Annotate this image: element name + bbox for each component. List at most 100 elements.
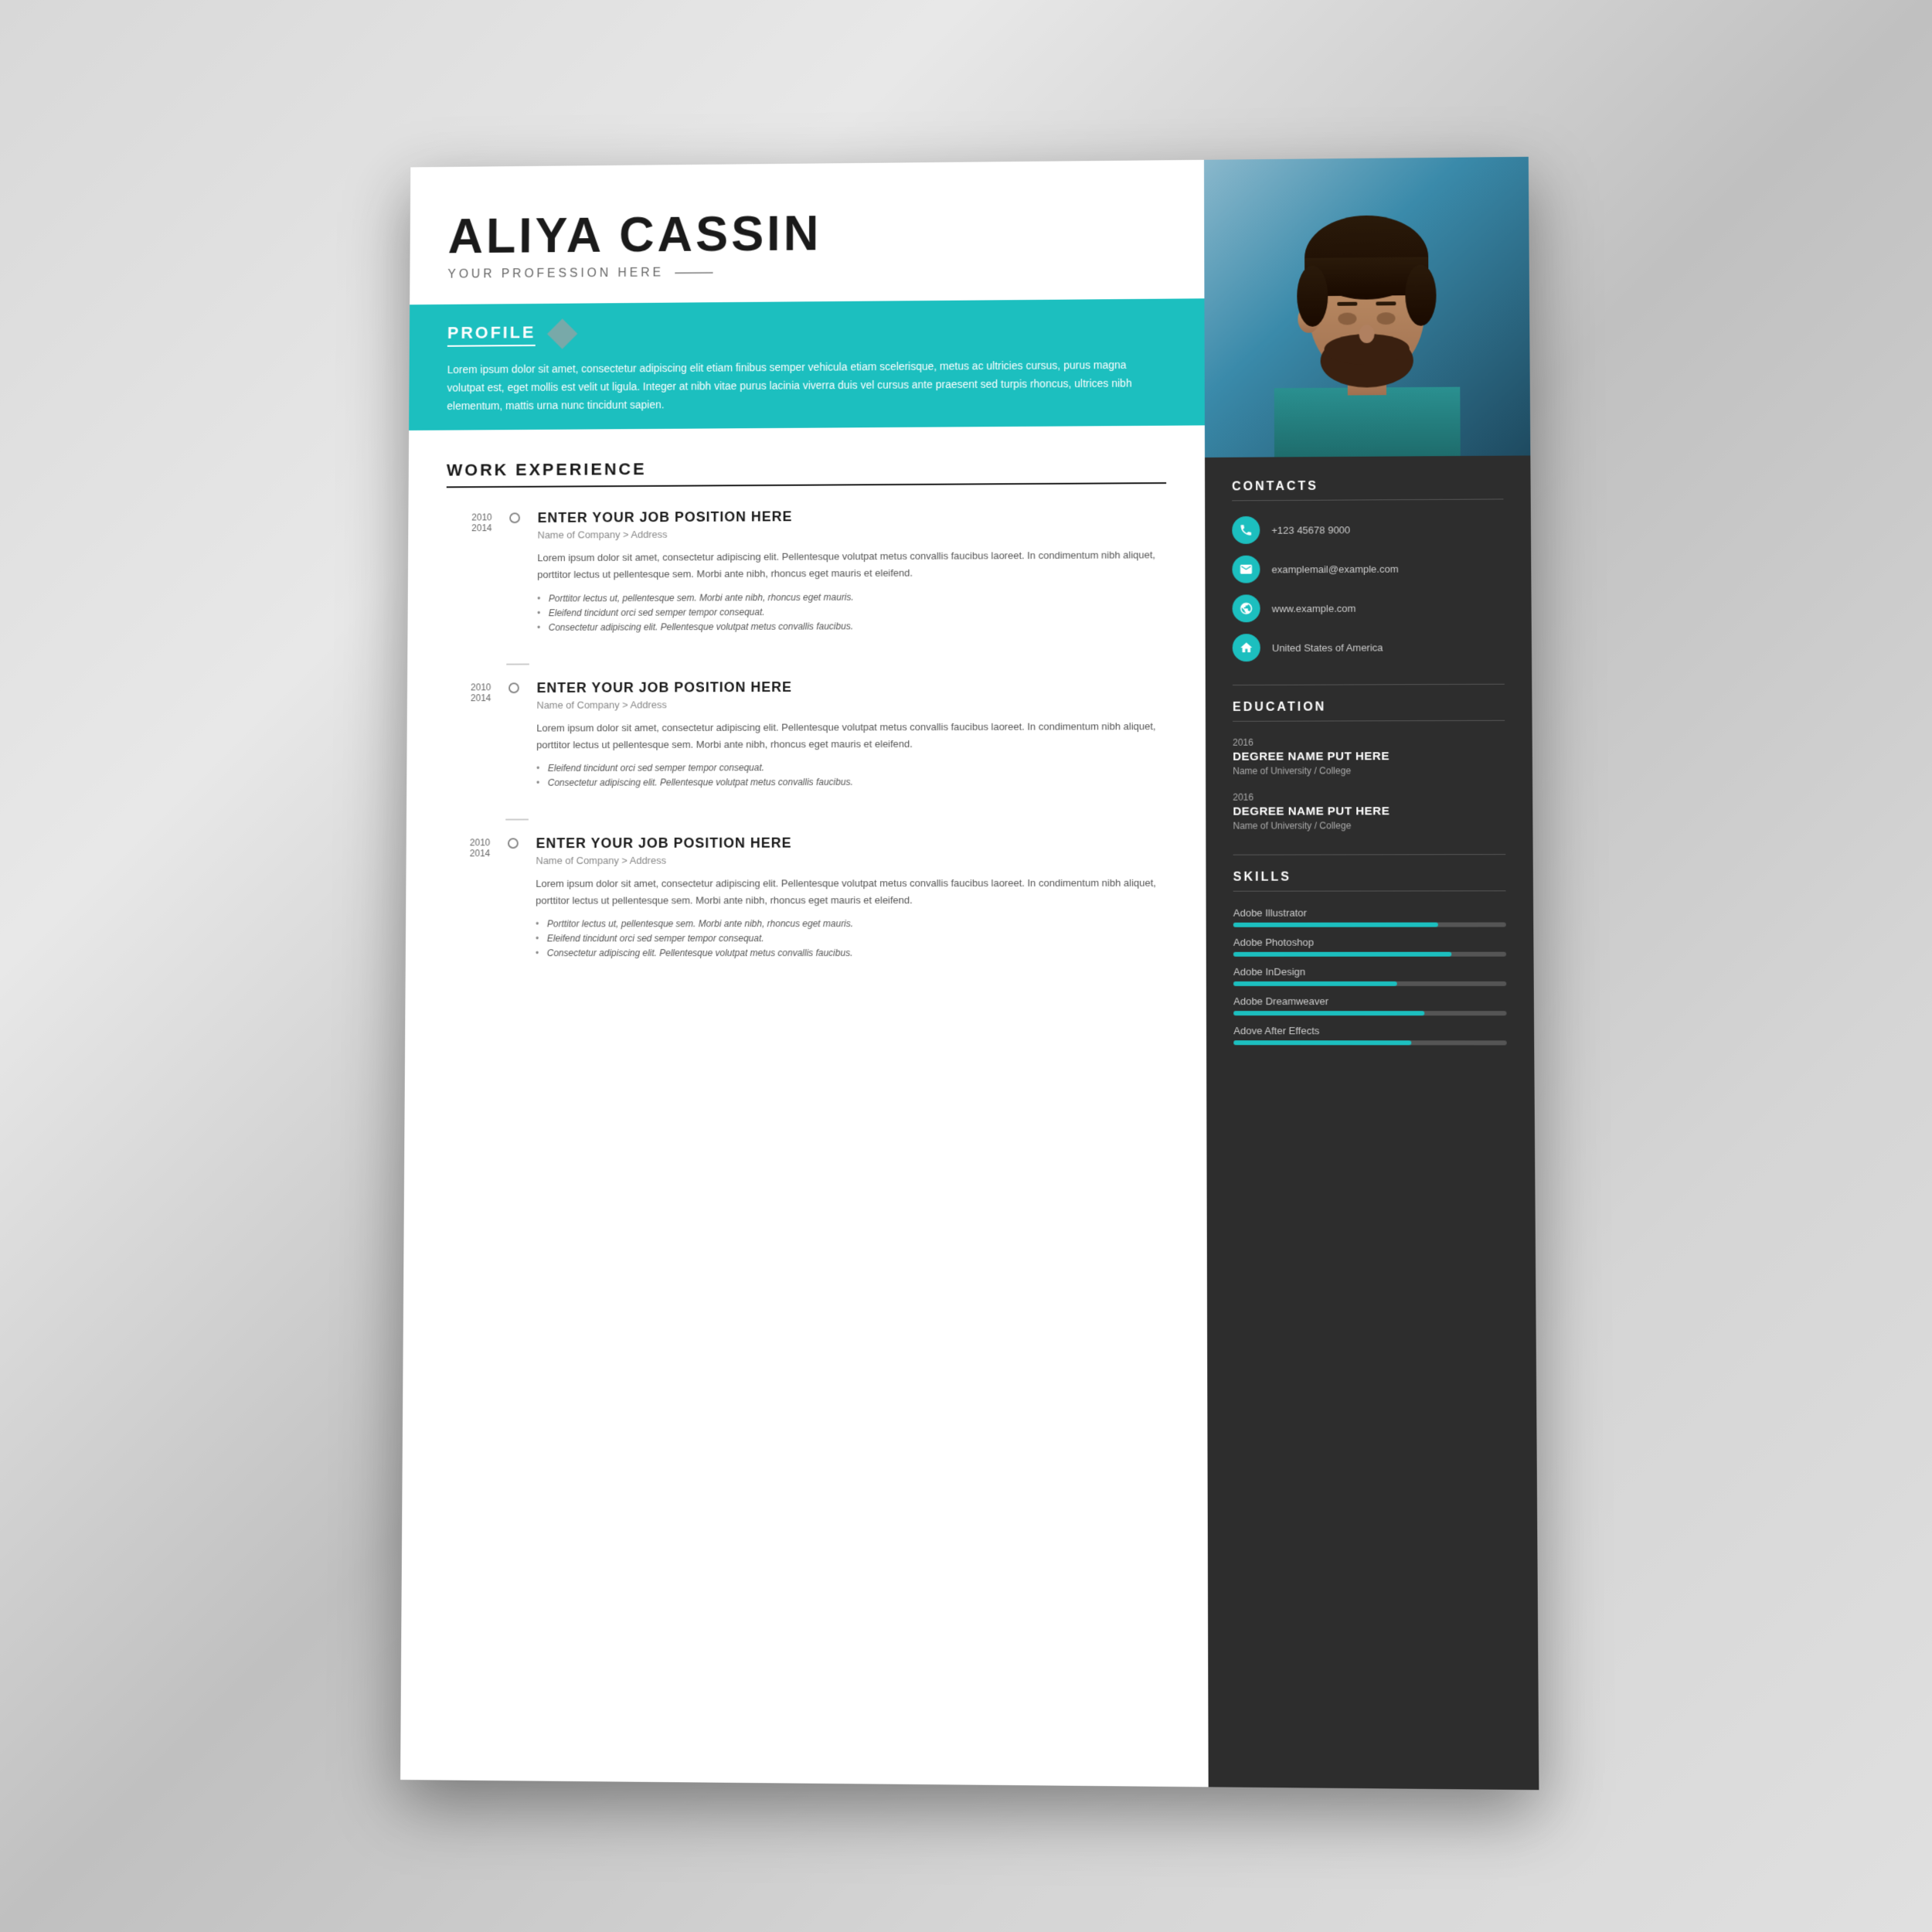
edu-entry-1: 2016 DEGREE NAME PUT HERE Name of Univer…	[1233, 736, 1505, 777]
skill-bar-bg-3	[1233, 981, 1506, 986]
job-dot-line-1	[506, 511, 522, 637]
skill-5: Adove After Effects	[1233, 1025, 1507, 1045]
skill-name-3: Adobe InDesign	[1233, 966, 1506, 978]
skill-3: Adobe InDesign	[1233, 966, 1506, 986]
job-divider-2	[505, 818, 529, 820]
contact-location: United States of America	[1233, 633, 1505, 662]
job-year-start-3: 2010	[470, 837, 490, 848]
bullet-1-1: Porttitor lectus ut, pellentesque sem. M…	[537, 590, 1166, 604]
divider-1	[1233, 684, 1505, 685]
contact-phone: +123 45678 9000	[1232, 515, 1504, 544]
diamond-decoration	[547, 318, 578, 349]
candidate-photo	[1204, 157, 1530, 457]
edu-school-1: Name of University / College	[1233, 765, 1505, 777]
location-value: United States of America	[1272, 641, 1383, 654]
profile-title-row: PROFILE	[447, 314, 1166, 349]
job-dot-line-3	[505, 835, 521, 962]
email-icon	[1232, 556, 1260, 583]
skill-bar-bg-2	[1233, 952, 1506, 957]
skill-bar-bg-1	[1233, 922, 1506, 927]
bullet-1-2: Eleifend tincidunt orci sed semper tempo…	[537, 604, 1167, 617]
edu-degree-1: DEGREE NAME PUT HERE	[1233, 750, 1505, 764]
skill-bar-fill-2	[1233, 952, 1451, 957]
job-year-start-2: 2010	[471, 682, 491, 692]
bullet-3-3: Consectetur adipiscing elit. Pellentesqu…	[536, 947, 1168, 958]
job-position-2: ENTER YOUR JOB POSITION HERE	[537, 678, 1167, 696]
bullet-3-2: Eleifend tincidunt orci sed semper tempo…	[536, 933, 1168, 944]
job-position-1: ENTER YOUR JOB POSITION HERE	[538, 507, 1167, 526]
bullet-2-2: Consectetur adipiscing elit. Pellentesqu…	[536, 776, 1167, 788]
job-entry-1: 2010 2014 ENTER YOUR JOB POSITION HERE N…	[446, 507, 1167, 637]
right-content: CONTACTS +123 45678 9000	[1205, 455, 1539, 1790]
skill-2: Adobe Photoshop	[1233, 937, 1506, 957]
skill-bar-bg-5	[1233, 1040, 1506, 1045]
location-icon	[1233, 634, 1260, 662]
job-year-end-3: 2014	[470, 848, 490, 859]
job-company-1: Name of Company > Address	[537, 526, 1166, 541]
skill-name-5: Adove After Effects	[1233, 1025, 1506, 1036]
work-experience-section: WORK EXPERIENCE 2010 2014 ENTER YOUR JOB…	[400, 426, 1209, 1787]
skills-section: SKILLS Adobe Illustrator Adobe Photoshop…	[1233, 870, 1507, 1045]
skill-name-4: Adobe Dreamweaver	[1233, 995, 1506, 1007]
skill-bar-bg-4	[1233, 1011, 1506, 1015]
job-content-3: ENTER YOUR JOB POSITION HERE Name of Com…	[536, 835, 1168, 963]
job-dot-2	[509, 682, 519, 693]
right-panel: CONTACTS +123 45678 9000	[1204, 157, 1539, 1790]
phone-value: +123 45678 9000	[1271, 524, 1350, 536]
job-desc-1: Lorem ipsum dolor sit amet, consectetur …	[537, 547, 1166, 584]
edu-entry-2: 2016 DEGREE NAME PUT HERE Name of Univer…	[1233, 791, 1505, 832]
education-section: EDUCATION 2016 DEGREE NAME PUT HERE Name…	[1233, 700, 1505, 832]
job-company-3: Name of Company > Address	[536, 854, 1167, 866]
name-section: ALIYA CASSIN YOUR PROFESSION HERE	[447, 206, 1165, 281]
skill-name-1: Adobe Illustrator	[1233, 906, 1506, 918]
resume-header: ALIYA CASSIN YOUR PROFESSION HERE	[410, 160, 1204, 282]
skill-bar-fill-1	[1233, 923, 1438, 927]
photo-section	[1204, 157, 1530, 457]
job-divider-1	[506, 663, 529, 665]
job-desc-2: Lorem ipsum dolor sit amet, consectetur …	[536, 718, 1167, 753]
edu-school-2: Name of University / College	[1233, 820, 1505, 832]
contacts-section: CONTACTS +123 45678 9000	[1232, 479, 1505, 662]
job-years-2: 2010 2014	[444, 680, 491, 792]
profession-text: YOUR PROFESSION HERE	[447, 267, 664, 282]
job-dot-3	[508, 838, 519, 849]
work-section-title: WORK EXPERIENCE	[447, 457, 1166, 488]
job-company-2: Name of Company > Address	[536, 697, 1166, 711]
left-panel: ALIYA CASSIN YOUR PROFESSION HERE PROFIL…	[400, 160, 1209, 1787]
job-years-1: 2010 2014	[446, 511, 492, 637]
job-bullets-2: Eleifend tincidunt orci sed semper tempo…	[536, 761, 1167, 788]
skill-1: Adobe Illustrator	[1233, 906, 1506, 927]
profession-line: YOUR PROFESSION HERE	[447, 262, 1165, 281]
job-content-2: ENTER YOUR JOB POSITION HERE Name of Com…	[536, 678, 1167, 792]
skill-4: Adobe Dreamweaver	[1233, 995, 1506, 1015]
job-bullets-1: Porttitor lectus ut, pellentesque sem. M…	[537, 590, 1167, 633]
job-content-1: ENTER YOUR JOB POSITION HERE Name of Com…	[537, 507, 1167, 636]
divider-2	[1233, 854, 1506, 855]
profile-title: PROFILE	[447, 322, 536, 346]
education-title: EDUCATION	[1233, 700, 1505, 722]
phone-icon	[1232, 516, 1260, 544]
job-entry-2: 2010 2014 ENTER YOUR JOB POSITION HERE N…	[444, 678, 1167, 792]
bullet-2-1: Eleifend tincidunt orci sed semper tempo…	[536, 761, 1167, 774]
skills-title: SKILLS	[1233, 870, 1506, 892]
decoration-line	[675, 272, 713, 274]
edu-year-1: 2016	[1233, 736, 1505, 748]
edu-year-2: 2016	[1233, 791, 1505, 803]
job-year-end-2: 2014	[471, 692, 491, 703]
job-desc-3: Lorem ipsum dolor sit amet, consectetur …	[536, 875, 1167, 910]
skill-bar-fill-4	[1233, 1011, 1424, 1015]
candidate-name: ALIYA CASSIN	[447, 206, 1165, 260]
job-years-3: 2010 2014	[444, 835, 490, 962]
job-bullets-3: Porttitor lectus ut, pellentesque sem. M…	[536, 918, 1168, 958]
email-value: examplemail@example.com	[1272, 563, 1399, 575]
skill-bar-fill-5	[1233, 1040, 1411, 1045]
contact-email: examplemail@example.com	[1232, 554, 1504, 583]
resume-document: ALIYA CASSIN YOUR PROFESSION HERE PROFIL…	[400, 157, 1539, 1790]
bullet-3-1: Porttitor lectus ut, pellentesque sem. M…	[536, 918, 1167, 930]
contact-website: www.example.com	[1233, 594, 1505, 622]
job-dot-1	[509, 513, 520, 524]
job-year-start-1: 2010	[471, 512, 492, 523]
job-year-end-1: 2014	[471, 523, 492, 534]
job-position-3: ENTER YOUR JOB POSITION HERE	[536, 835, 1168, 852]
job-dot-line-2	[505, 680, 521, 792]
